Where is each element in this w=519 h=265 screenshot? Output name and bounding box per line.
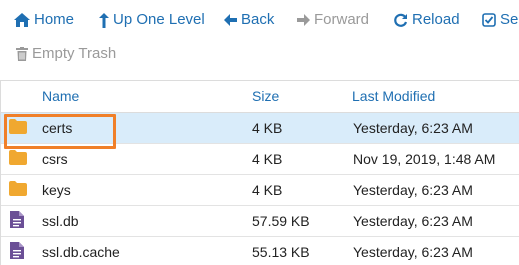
file-icon	[10, 211, 24, 233]
file-name[interactable]: keys	[42, 182, 71, 198]
folder-icon	[9, 150, 27, 170]
file-size: 55.13 KB	[252, 244, 310, 260]
table-row[interactable]: ssl.db.cache 55.13 KB Yesterday, 6:23 AM	[1, 237, 519, 265]
file-last-modified: Yesterday, 6:23 AM	[353, 213, 473, 229]
back-button[interactable]: Back	[224, 9, 274, 31]
home-button[interactable]: Home	[14, 9, 74, 31]
up-one-level-label: Up One Level	[113, 11, 205, 28]
up-one-level-button[interactable]: Up One Level	[99, 9, 205, 31]
table-header: Name Size Last Modified	[1, 81, 519, 113]
home-icon	[14, 13, 30, 27]
file-name[interactable]: ssl.db.cache	[42, 244, 120, 260]
level-up-icon	[99, 12, 109, 28]
file-size: 57.59 KB	[252, 213, 310, 229]
file-name[interactable]: csrs	[42, 151, 68, 167]
file-last-modified: Yesterday, 6:23 AM	[353, 182, 473, 198]
table-row[interactable]: csrs 4 KB Nov 19, 2019, 1:48 AM	[1, 144, 519, 175]
column-header-size[interactable]: Size	[252, 88, 279, 104]
folder-icon	[9, 119, 27, 139]
arrow-left-icon	[224, 14, 237, 26]
column-header-name[interactable]: Name	[42, 88, 79, 104]
refresh-icon	[393, 13, 408, 28]
file-size: 4 KB	[252, 151, 283, 167]
empty-trash-button[interactable]: Empty Trash	[16, 43, 116, 65]
file-list-table: Name Size Last Modified certs 4 KB Yesterd…	[0, 80, 519, 265]
table-row[interactable]: certs 4 KB Yesterday, 6:23 AM	[1, 113, 519, 144]
reload-label: Reload	[412, 11, 460, 28]
file-name[interactable]: certs	[42, 120, 72, 136]
table-row[interactable]: keys 4 KB Yesterday, 6:23 AM	[1, 175, 519, 206]
file-last-modified: Nov 19, 2019, 1:48 AM	[353, 151, 496, 167]
column-header-last-modified[interactable]: Last Modified	[352, 88, 435, 104]
file-last-modified: Yesterday, 6:23 AM	[353, 244, 473, 260]
file-manager-toolbar: Home Up One Level Back Forward Reload Se…	[0, 0, 519, 71]
home-label: Home	[34, 11, 75, 28]
checkbox-icon	[482, 13, 496, 27]
table-row[interactable]: ssl.db 57.59 KB Yesterday, 6:23 AM	[1, 206, 519, 237]
select-all-label: Sele	[500, 11, 519, 28]
forward-label: Forward	[314, 11, 370, 28]
arrow-right-icon	[297, 14, 310, 26]
reload-button[interactable]: Reload	[393, 9, 460, 31]
select-all-button[interactable]: Sele	[482, 9, 519, 31]
back-label: Back	[241, 11, 275, 28]
file-icon	[10, 242, 24, 264]
forward-button[interactable]: Forward	[297, 9, 369, 31]
file-size: 4 KB	[252, 182, 283, 198]
file-name[interactable]: ssl.db	[42, 213, 79, 229]
file-last-modified: Yesterday, 6:23 AM	[353, 120, 473, 136]
empty-trash-label: Empty Trash	[32, 45, 117, 62]
folder-icon	[9, 181, 27, 201]
trash-icon	[16, 47, 28, 61]
file-size: 4 KB	[252, 120, 283, 136]
